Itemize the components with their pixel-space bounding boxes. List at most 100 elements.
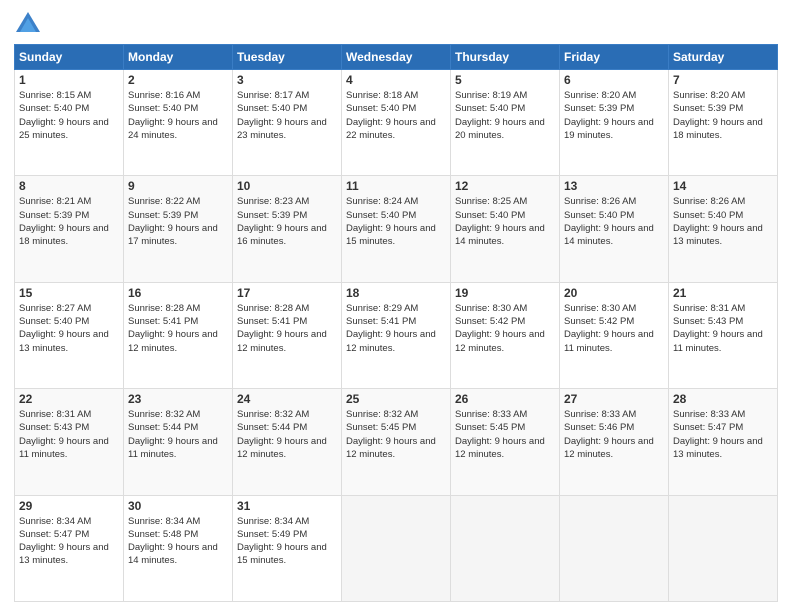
daylight-text: Daylight: 9 hours and 23 minutes. (237, 117, 327, 141)
daylight-text: Daylight: 9 hours and 12 minutes. (237, 329, 327, 353)
weekday-header-sunday: Sunday (15, 45, 124, 70)
daylight-text: Daylight: 9 hours and 22 minutes. (346, 117, 436, 141)
sunset-text: Sunset: 5:40 PM (237, 103, 307, 114)
calendar-cell: 28Sunrise: 8:33 AMSunset: 5:47 PMDayligh… (669, 389, 778, 495)
day-info: Sunrise: 8:33 AMSunset: 5:46 PMDaylight:… (564, 408, 664, 461)
calendar-week-1: 1Sunrise: 8:15 AMSunset: 5:40 PMDaylight… (15, 70, 778, 176)
sunset-text: Sunset: 5:40 PM (346, 103, 416, 114)
calendar-cell: 4 Sunrise: 8:18 AM Sunset: 5:40 PM Daylight… (342, 70, 451, 176)
sunset-text: Sunset: 5:42 PM (564, 316, 634, 327)
sunset-text: Sunset: 5:39 PM (564, 103, 634, 114)
sunrise-text: Sunrise: 8:17 AM (237, 90, 309, 101)
sunset-text: Sunset: 5:44 PM (128, 422, 198, 433)
day-info: Sunrise: 8:17 AM Sunset: 5:40 PM Daylight:… (237, 89, 337, 142)
day-number: 20 (564, 286, 664, 300)
day-number: 9 (128, 179, 228, 193)
sunrise-text: Sunrise: 8:19 AM (455, 90, 527, 101)
calendar-cell: 19Sunrise: 8:30 AMSunset: 5:42 PMDayligh… (451, 282, 560, 388)
day-info: Sunrise: 8:25 AMSunset: 5:40 PMDaylight:… (455, 195, 555, 248)
daylight-text: Daylight: 9 hours and 25 minutes. (19, 117, 109, 141)
sunset-text: Sunset: 5:41 PM (237, 316, 307, 327)
sunrise-text: Sunrise: 8:20 AM (673, 90, 745, 101)
sunrise-text: Sunrise: 8:34 AM (19, 516, 91, 527)
day-number: 6 (564, 73, 664, 87)
weekday-header-friday: Friday (560, 45, 669, 70)
weekday-header-wednesday: Wednesday (342, 45, 451, 70)
sunset-text: Sunset: 5:40 PM (19, 316, 89, 327)
day-number: 2 (128, 73, 228, 87)
day-number: 8 (19, 179, 119, 193)
day-info: Sunrise: 8:18 AM Sunset: 5:40 PM Daylight:… (346, 89, 446, 142)
sunset-text: Sunset: 5:40 PM (673, 210, 743, 221)
day-number: 25 (346, 392, 446, 406)
calendar-cell: 13Sunrise: 8:26 AMSunset: 5:40 PMDayligh… (560, 176, 669, 282)
sunset-text: Sunset: 5:40 PM (19, 103, 89, 114)
sunset-text: Sunset: 5:41 PM (346, 316, 416, 327)
daylight-text: Daylight: 9 hours and 12 minutes. (455, 329, 545, 353)
day-number: 19 (455, 286, 555, 300)
daylight-text: Daylight: 9 hours and 12 minutes. (564, 436, 654, 460)
day-number: 5 (455, 73, 555, 87)
calendar-cell: 1Sunrise: 8:15 AMSunset: 5:40 PMDaylight… (15, 70, 124, 176)
calendar-cell: 7Sunrise: 8:20 AMSunset: 5:39 PMDaylight… (669, 70, 778, 176)
sunset-text: Sunset: 5:49 PM (237, 529, 307, 540)
daylight-text: Daylight: 9 hours and 24 minutes. (128, 117, 218, 141)
day-number: 4 (346, 73, 446, 87)
day-info: Sunrise: 8:32 AMSunset: 5:45 PMDaylight:… (346, 408, 446, 461)
sunrise-text: Sunrise: 8:30 AM (564, 303, 636, 314)
daylight-text: Daylight: 9 hours and 13 minutes. (673, 436, 763, 460)
day-info: Sunrise: 8:31 AMSunset: 5:43 PMDaylight:… (19, 408, 119, 461)
day-info: Sunrise: 8:32 AMSunset: 5:44 PMDaylight:… (237, 408, 337, 461)
daylight-text: Daylight: 9 hours and 12 minutes. (237, 436, 327, 460)
sunset-text: Sunset: 5:46 PM (564, 422, 634, 433)
day-number: 11 (346, 179, 446, 193)
sunset-text: Sunset: 5:45 PM (455, 422, 525, 433)
calendar-week-2: 8Sunrise: 8:21 AMSunset: 5:39 PMDaylight… (15, 176, 778, 282)
daylight-text: Daylight: 9 hours and 14 minutes. (128, 542, 218, 566)
sunrise-text: Sunrise: 8:30 AM (455, 303, 527, 314)
day-number: 23 (128, 392, 228, 406)
day-number: 24 (237, 392, 337, 406)
day-info: Sunrise: 8:29 AMSunset: 5:41 PMDaylight:… (346, 302, 446, 355)
calendar-cell: 10Sunrise: 8:23 AMSunset: 5:39 PMDayligh… (233, 176, 342, 282)
calendar-cell: 17Sunrise: 8:28 AMSunset: 5:41 PMDayligh… (233, 282, 342, 388)
daylight-text: Daylight: 9 hours and 15 minutes. (237, 542, 327, 566)
sunset-text: Sunset: 5:40 PM (346, 210, 416, 221)
sunset-text: Sunset: 5:43 PM (673, 316, 743, 327)
sunrise-text: Sunrise: 8:34 AM (128, 516, 200, 527)
daylight-text: Daylight: 9 hours and 20 minutes. (455, 117, 545, 141)
daylight-text: Daylight: 9 hours and 19 minutes. (564, 117, 654, 141)
day-number: 1 (19, 73, 119, 87)
sunrise-text: Sunrise: 8:23 AM (237, 196, 309, 207)
sunrise-text: Sunrise: 8:32 AM (128, 409, 200, 420)
day-number: 13 (564, 179, 664, 193)
day-info: Sunrise: 8:34 AMSunset: 5:48 PMDaylight:… (128, 515, 228, 568)
day-number: 16 (128, 286, 228, 300)
sunrise-text: Sunrise: 8:16 AM (128, 90, 200, 101)
calendar-cell: 25 Sunrise: 8:32 AMSunset: 5:45 PMDayligh… (342, 389, 451, 495)
header (14, 10, 778, 38)
calendar-week-4: 22Sunrise: 8:31 AMSunset: 5:43 PMDayligh… (15, 389, 778, 495)
daylight-text: Daylight: 9 hours and 11 minutes. (564, 329, 654, 353)
sunrise-text: Sunrise: 8:28 AM (128, 303, 200, 314)
daylight-text: Daylight: 9 hours and 15 minutes. (346, 223, 436, 247)
sunrise-text: Sunrise: 8:33 AM (455, 409, 527, 420)
sunrise-text: Sunrise: 8:21 AM (19, 196, 91, 207)
sunrise-text: Sunrise: 8:18 AM (346, 90, 418, 101)
sunrise-text: Sunrise: 8:28 AM (237, 303, 309, 314)
calendar-cell: 24 Sunrise: 8:32 AMSunset: 5:44 PMDayligh… (233, 389, 342, 495)
sunset-text: Sunset: 5:40 PM (455, 210, 525, 221)
day-info: Sunrise: 8:33 AMSunset: 5:45 PMDaylight:… (455, 408, 555, 461)
calendar-week-5: 29Sunrise: 8:34 AMSunset: 5:47 PMDayligh… (15, 495, 778, 601)
calendar-cell: 8Sunrise: 8:21 AMSunset: 5:39 PMDaylight… (15, 176, 124, 282)
day-info: Sunrise: 8:20 AMSunset: 5:39 PMDaylight:… (564, 89, 664, 142)
sunrise-text: Sunrise: 8:32 AM (346, 409, 418, 420)
day-number: 26 (455, 392, 555, 406)
sunrise-text: Sunrise: 8:31 AM (673, 303, 745, 314)
day-number: 28 (673, 392, 773, 406)
daylight-text: Daylight: 9 hours and 13 minutes. (19, 542, 109, 566)
daylight-text: Daylight: 9 hours and 13 minutes. (673, 223, 763, 247)
calendar-cell: 5 Sunrise: 8:19 AM Sunset: 5:40 PM Daylight… (451, 70, 560, 176)
sunset-text: Sunset: 5:39 PM (673, 103, 743, 114)
sunset-text: Sunset: 5:40 PM (455, 103, 525, 114)
